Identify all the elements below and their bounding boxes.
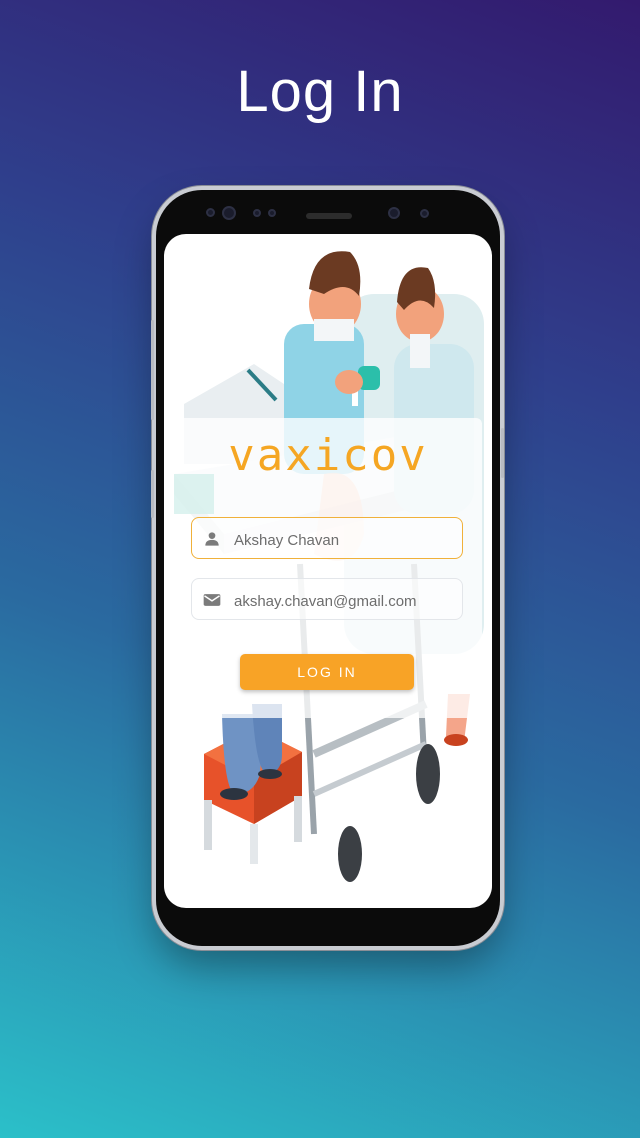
sensor-icon bbox=[268, 209, 276, 217]
sensor-icon bbox=[206, 208, 215, 217]
sensor-icon bbox=[388, 207, 400, 219]
phone-side-button bbox=[151, 320, 154, 420]
front-camera-icon bbox=[222, 206, 236, 220]
sensor-icon bbox=[420, 209, 429, 218]
earpiece bbox=[306, 213, 352, 219]
page-title: Log In bbox=[236, 59, 404, 124]
phone-side-button bbox=[151, 470, 154, 518]
sensor-icon bbox=[253, 209, 261, 217]
email-field[interactable] bbox=[191, 578, 463, 620]
app-logo: vaxicov bbox=[228, 430, 428, 481]
app-screen: vaxicov LOG IN bbox=[164, 234, 492, 908]
name-input[interactable] bbox=[232, 526, 456, 554]
login-button[interactable]: LOG IN bbox=[240, 654, 414, 690]
person-icon bbox=[205, 532, 219, 546]
mail-icon bbox=[203, 594, 221, 606]
phone-mockup: vaxicov LOG IN bbox=[151, 190, 504, 946]
name-field[interactable] bbox=[191, 517, 463, 559]
phone-side-button bbox=[501, 428, 504, 478]
email-input[interactable] bbox=[232, 587, 456, 615]
